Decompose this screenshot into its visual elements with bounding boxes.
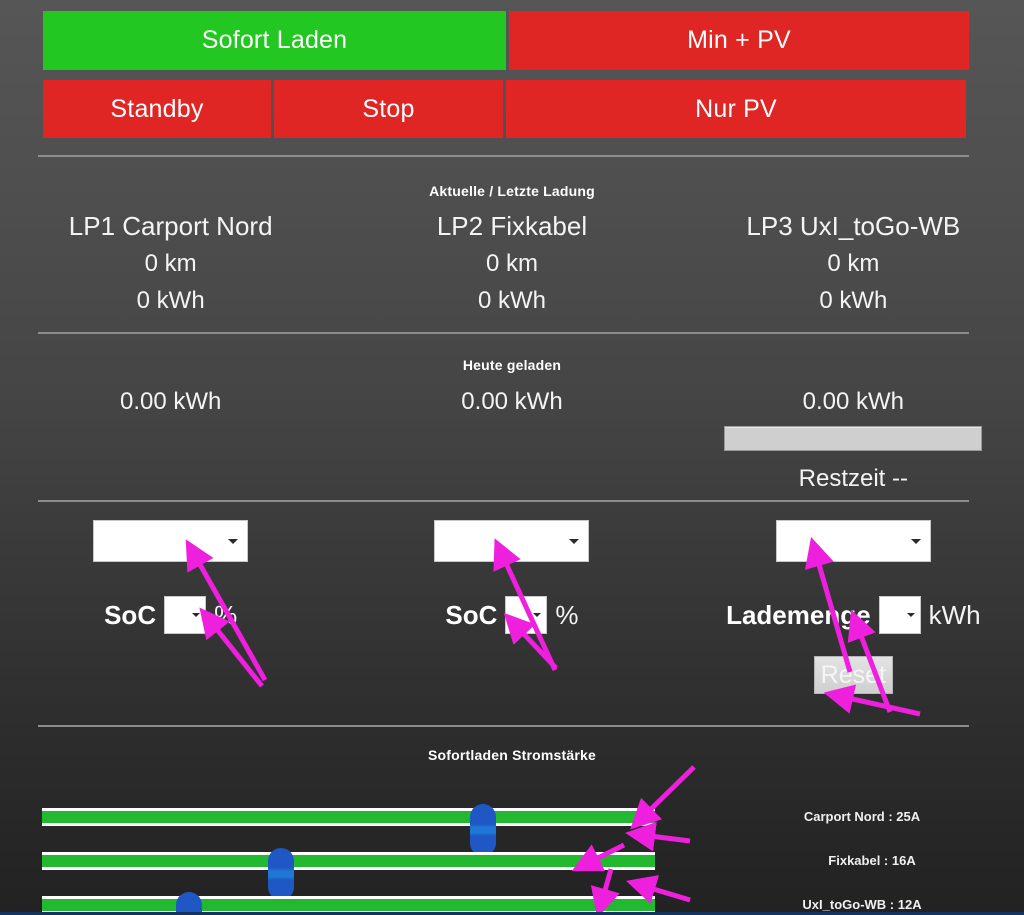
- lademenge-label: Lademenge: [726, 599, 871, 630]
- remaining-time-label: Restzeit --: [798, 465, 908, 492]
- soc-select-2[interactable]: [505, 596, 548, 634]
- chevron-down-icon: [910, 539, 921, 544]
- lademenge-row: Lademenge kWh: [726, 596, 981, 634]
- soc-label: SoC: [445, 599, 498, 630]
- section-divider: [38, 725, 969, 727]
- mode-button-label: Standby: [110, 94, 204, 123]
- current-slider-track-2[interactable]: [42, 848, 655, 900]
- chevron-down-icon: [533, 613, 542, 617]
- charge-point-km: 0 km: [827, 250, 880, 277]
- charging-dashboard: Sofort Laden Min + PV Standby Stop Nur P…: [0, 0, 1024, 915]
- selector-column-1: SoC %: [0, 520, 341, 694]
- today-value: 0.00 kWh: [461, 388, 563, 415]
- today-column-3: 0.00 kWh Restzeit --: [683, 385, 1024, 493]
- vehicle-select-1[interactable]: [93, 520, 249, 562]
- mode-button-label: Min + PV: [687, 26, 791, 54]
- current-slider-track-1[interactable]: [42, 804, 655, 856]
- charge-point-name: LP1 Carport Nord: [68, 211, 273, 241]
- today-column-2: 0.00 kWh: [341, 385, 682, 493]
- lademenge-select[interactable]: [878, 596, 921, 634]
- current-slider-label-uxi-togo-wb: UxI_toGo-WB : 12A: [802, 897, 922, 912]
- charge-point-kwh: 0 kWh: [136, 287, 205, 314]
- chevron-down-icon: [569, 539, 580, 544]
- today-value: 0.00 kWh: [119, 388, 222, 415]
- chevron-down-icon: [192, 613, 201, 617]
- vehicle-select-2[interactable]: [434, 520, 590, 562]
- mode-button-stop[interactable]: Stop: [274, 80, 503, 138]
- charge-progress-bar: [724, 426, 983, 451]
- lademenge-unit: kWh: [928, 599, 981, 630]
- charge-point-kwh: 0 kWh: [477, 287, 546, 314]
- section-divider: [38, 332, 969, 334]
- soc-select-1[interactable]: [164, 596, 207, 634]
- mode-button-standby[interactable]: Standby: [43, 80, 271, 138]
- soc-row-1: SoC %: [104, 596, 237, 634]
- vehicle-selector-area: SoC % SoC % Lademenge kWh Reset: [0, 520, 1024, 694]
- charge-point-column-2: LP2 Fixkabel 0 km 0 kWh: [341, 208, 682, 319]
- soc-unit: %: [214, 599, 238, 630]
- today-column-1: 0.00 kWh: [0, 385, 341, 493]
- mode-button-nur-pv[interactable]: Nur PV: [506, 80, 966, 138]
- soc-row-2: SoC %: [445, 596, 579, 634]
- charge-point-column-1: LP1 Carport Nord 0 km 0 kWh: [0, 208, 341, 319]
- mode-button-min-pv[interactable]: Min + PV: [509, 11, 969, 70]
- mode-button-label: Stop: [362, 94, 415, 123]
- mode-button-label: Nur PV: [695, 94, 777, 123]
- vehicle-select-3[interactable]: [775, 520, 931, 562]
- charge-point-name: LP2 Fixkabel: [436, 211, 588, 241]
- current-slider-fill: [42, 811, 655, 823]
- charge-point-km: 0 km: [485, 250, 538, 277]
- mode-button-row-primary: Sofort Laden Min + PV: [43, 11, 969, 70]
- current-sliders-title: Sofortladen Stromstärke: [428, 747, 596, 763]
- soc-label: SoC: [104, 599, 157, 630]
- charge-point-column-3: LP3 UxI_toGo-WB 0 km 0 kWh: [683, 208, 1024, 319]
- current-charge-columns: LP1 Carport Nord 0 km 0 kWh LP2 Fixkabel…: [0, 208, 1024, 319]
- current-slider-label-carport-nord: Carport Nord : 25A: [803, 809, 921, 824]
- charge-progress-wrapper: [683, 426, 1024, 451]
- mode-button-label: Sofort Laden: [201, 26, 348, 54]
- chevron-down-icon: [228, 539, 239, 544]
- section-divider: [38, 500, 969, 502]
- selector-column-3: Lademenge kWh Reset: [683, 520, 1024, 694]
- chevron-down-icon: [906, 613, 915, 617]
- today-charged-columns: 0.00 kWh 0.00 kWh 0.00 kWh Restzeit --: [0, 385, 1024, 493]
- reset-button[interactable]: Reset: [813, 656, 893, 694]
- section-divider: [38, 155, 969, 157]
- mode-button-sofort-laden[interactable]: Sofort Laden: [43, 11, 506, 70]
- current-slider-labels: Carport Nord : 25A Fixkabel : 16A UxI_to…: [700, 795, 1024, 915]
- annotation-arrow-reset-button: [823, 684, 921, 717]
- current-slider-fill: [42, 855, 655, 867]
- today-value: 0.00 kWh: [802, 388, 905, 415]
- current-slider-fill: [42, 899, 655, 911]
- mode-button-row-secondary: Standby Stop Nur PV: [43, 80, 969, 138]
- current-charge-title: Aktuelle / Letzte Ladung: [429, 183, 595, 199]
- soc-unit: %: [555, 599, 579, 630]
- selector-column-2: SoC %: [341, 520, 682, 694]
- charge-point-kwh: 0 kWh: [819, 287, 888, 314]
- current-slider-label-fixkabel: Fixkabel : 16A: [828, 853, 916, 868]
- charge-point-km: 0 km: [144, 250, 197, 277]
- charge-point-name: LP3 UxI_toGo-WB: [746, 211, 961, 241]
- today-charged-title: Heute geladen: [462, 357, 562, 373]
